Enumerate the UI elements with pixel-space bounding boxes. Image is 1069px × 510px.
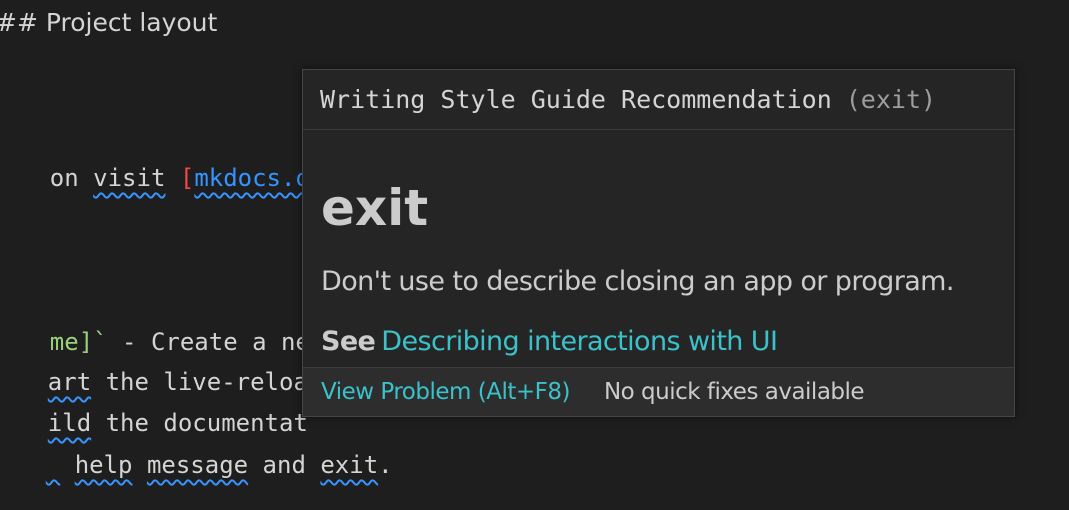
hover-header-term: (exit) — [845, 85, 937, 114]
editor-line-help: help message and exit. — [74, 451, 393, 479]
hover-header: Writing Style Guide Recommendation (exit) — [303, 70, 1014, 130]
squiggle-help[interactable]: help — [75, 451, 133, 479]
hover-status-bar: View Problem (Alt+F8) No quick fixes ava… — [303, 367, 1014, 416]
editor-line-visit: on visit [mkdocs.or — [0, 133, 325, 223]
hover-term-title: exit — [321, 179, 429, 237]
text-on: on — [49, 164, 94, 192]
link-bracket: [ — [179, 164, 195, 192]
squiggle-exit[interactable]: exit — [320, 451, 378, 479]
markdown-heading: ## Project layout — [0, 8, 218, 37]
hover-widget: Writing Style Guide Recommendation (exit)… — [302, 69, 1015, 417]
hover-header-title: Writing Style Guide Recommendation — [320, 85, 832, 114]
squiggle-visit[interactable]: visit — [93, 164, 165, 192]
hover-see-also: See Describing interactions with UI — [321, 326, 778, 357]
see-link[interactable]: Describing interactions with UI — [381, 326, 778, 357]
hover-description: Don't use to describe closing an app or … — [321, 266, 954, 297]
no-quick-fixes-label: No quick fixes available — [603, 379, 865, 405]
see-label: See — [321, 326, 376, 357]
view-problem-link[interactable]: View Problem (Alt+F8) — [321, 379, 570, 405]
squiggle-message[interactable]: message — [147, 451, 248, 479]
